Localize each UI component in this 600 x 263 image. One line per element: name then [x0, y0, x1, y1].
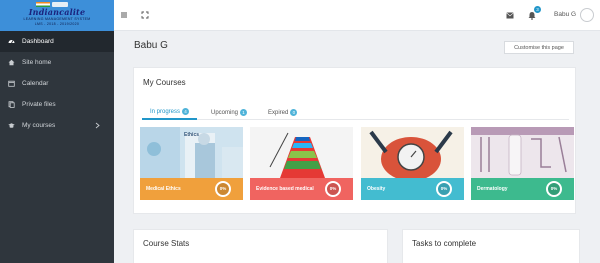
- tab-label: Expired: [268, 109, 289, 116]
- sidebar-item-label: Site home: [22, 59, 52, 66]
- progress-badge: 0%: [436, 181, 452, 197]
- chevron-right-icon[interactable]: [95, 122, 100, 129]
- course-bar: Obesity 0%: [361, 178, 464, 200]
- tab-upcoming[interactable]: Upcoming 1: [211, 105, 248, 120]
- course-bar: Medical Ethics 0%: [140, 178, 243, 200]
- course-image: [471, 127, 574, 178]
- course-card-obesity[interactable]: Obesity 0%: [361, 127, 464, 200]
- sidebar-item-label: My courses: [22, 122, 56, 129]
- block-title: Course Stats: [143, 239, 190, 248]
- file-icon: [8, 101, 15, 108]
- course-bar: Dermatology 0%: [471, 178, 574, 200]
- course-image-text: Ethics: [184, 132, 199, 138]
- course-name: Medical Ethics: [146, 186, 181, 192]
- course-image: Ethics: [140, 127, 243, 178]
- tab-in-progress[interactable]: In progress 4: [142, 105, 198, 120]
- sidebar-item-label: Private files: [22, 101, 56, 108]
- course-stats-block: Course Stats: [133, 229, 388, 263]
- menu-toggle-icon[interactable]: [120, 11, 128, 19]
- logo-title: Indiancalite: [28, 7, 86, 17]
- sidebar-item-dashboard[interactable]: Dashboard: [0, 31, 114, 52]
- home-icon: [8, 59, 15, 66]
- sidebar-nav: Dashboard Site home Calendar Private fil…: [0, 31, 114, 136]
- sidebar-item-label: Calendar: [22, 80, 49, 87]
- notification-count-badge: 3: [534, 6, 541, 13]
- messages-icon[interactable]: [506, 12, 514, 19]
- sidebar-item-private-files[interactable]: Private files: [0, 94, 114, 115]
- course-name: Obesity: [367, 186, 386, 192]
- sidebar-item-site-home[interactable]: Site home: [0, 52, 114, 73]
- customise-page-button[interactable]: Customise this page: [504, 41, 574, 54]
- block-title: My Courses: [143, 78, 186, 87]
- sidebar-item-label: Dashboard: [22, 38, 54, 45]
- course-tabs: In progress 4 Upcoming 1 Expired 0: [142, 105, 569, 120]
- progress-badge: 0%: [325, 181, 341, 197]
- logo-subtitle-2: LMS - 2018 - 2019/2020: [34, 22, 80, 26]
- graduation-cap-icon: [8, 122, 15, 129]
- course-image: [250, 127, 353, 178]
- tab-count-badge: 4: [182, 108, 190, 115]
- course-card-dermatology[interactable]: Dermatology 0%: [471, 127, 574, 200]
- avatar[interactable]: [580, 8, 594, 22]
- progress-badge: 0%: [215, 181, 231, 197]
- site-logo[interactable]: Indiancalite LEARNING MANAGEMENT SYSTEM …: [0, 0, 114, 31]
- course-name: Evidence based medical: [256, 186, 314, 192]
- progress-badge: 0%: [546, 181, 562, 197]
- course-image: [361, 127, 464, 178]
- top-navbar: 3 Babu G: [114, 0, 600, 31]
- logo-subtitle: LEARNING MANAGEMENT SYSTEM: [23, 17, 91, 21]
- tab-count-badge: 1: [240, 109, 248, 116]
- sidebar-item-calendar[interactable]: Calendar: [0, 73, 114, 94]
- dashboard-icon: [8, 38, 15, 45]
- tab-count-badge: 0: [290, 109, 298, 116]
- sidebar-item-my-courses[interactable]: My courses: [0, 115, 114, 136]
- course-name: Dermatology: [477, 186, 508, 192]
- tasks-block: Tasks to complete: [402, 229, 580, 263]
- tab-expired[interactable]: Expired 0: [268, 105, 298, 120]
- tab-label: Upcoming: [211, 109, 239, 116]
- course-bar: Evidence based medical 0%: [250, 178, 353, 200]
- page-title: Babu G: [134, 40, 168, 51]
- course-card-medical-ethics[interactable]: Ethics Medical Ethics 0%: [140, 127, 243, 200]
- course-card-evidence-based-medical[interactable]: Evidence based medical 0%: [250, 127, 353, 200]
- block-title: Tasks to complete: [412, 239, 477, 248]
- fullscreen-icon[interactable]: [141, 11, 149, 19]
- tab-label: In progress: [150, 108, 181, 115]
- calendar-icon: [8, 80, 15, 87]
- my-courses-block: My Courses In progress 4 Upcoming 1 Expi…: [133, 67, 576, 214]
- sidebar: Indiancalite LEARNING MANAGEMENT SYSTEM …: [0, 0, 114, 263]
- user-menu-name[interactable]: Babu G: [554, 11, 576, 18]
